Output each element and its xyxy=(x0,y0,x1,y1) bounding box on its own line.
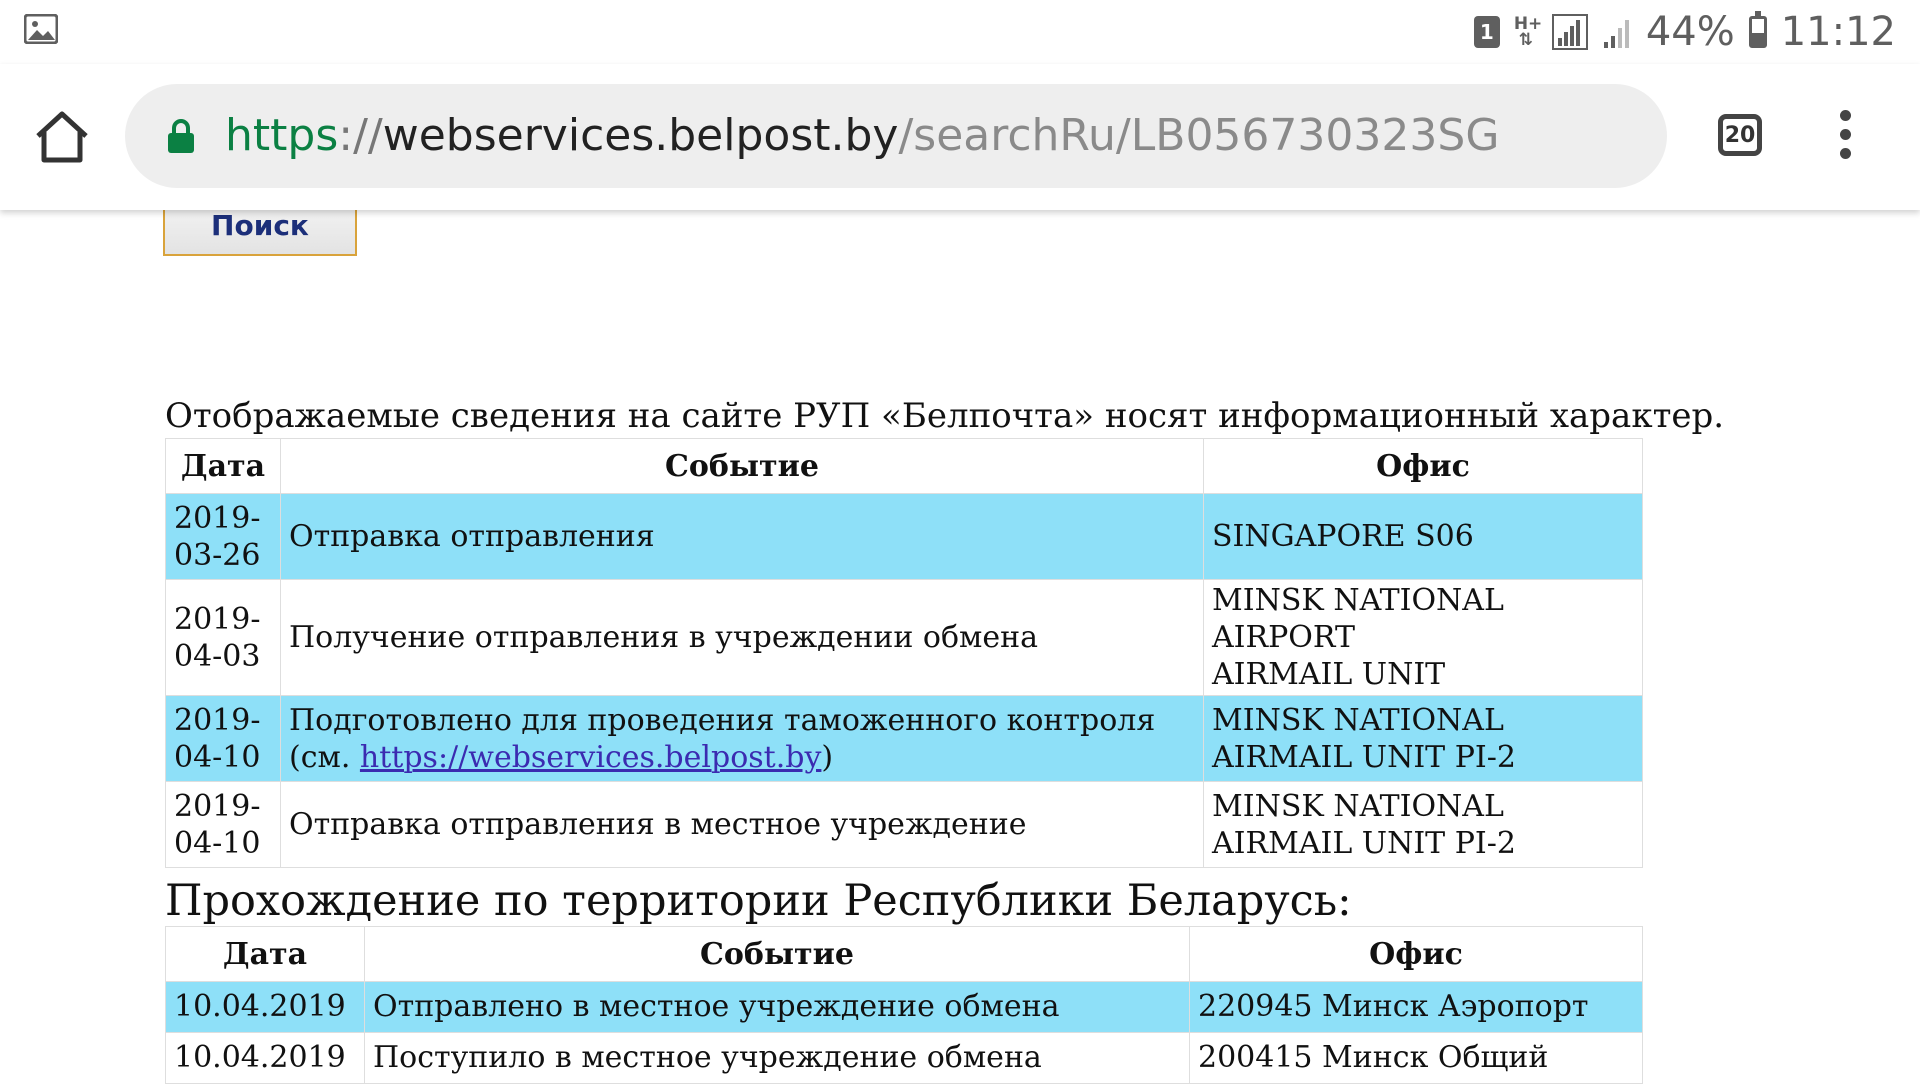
battery-icon xyxy=(1748,11,1767,48)
header-office: Офис xyxy=(1189,926,1643,982)
network-type-label: H+ xyxy=(1513,14,1543,34)
url-path: /searchRu/LB056730323SG xyxy=(898,110,1500,161)
date-cell: 2019- 03-26 xyxy=(165,493,281,580)
office-cell: MINSK NATIONAL AIRMAIL UNIT PI-2 xyxy=(1203,695,1643,782)
status-bar: 1 H+ ⇅ 44% 11:12 xyxy=(0,0,1920,64)
header-event: Событие xyxy=(280,438,1204,494)
date-part: 03-26 xyxy=(174,537,261,573)
table-row: 10.04.2019 Отправлено в местное учрежден… xyxy=(165,981,1643,1033)
date-cell: 10.04.2019 xyxy=(165,1032,365,1084)
table-row: 2019- 04-10 Отправка отправления в местно… xyxy=(165,781,1643,868)
event-cell: Получение отправления в учреждении обмен… xyxy=(280,579,1204,696)
status-icons: 1 H+ ⇅ 44% 11:12 xyxy=(1473,9,1896,55)
office-cell: MINSK NATIONAL AIRMAIL UNIT PI-2 xyxy=(1203,781,1643,868)
event-cell: Отправлено в местное учреждение обмена xyxy=(364,981,1190,1033)
office-part: MINSK NATIONAL AIRPORT xyxy=(1212,583,1504,655)
office-part: MINSK NATIONAL xyxy=(1212,702,1504,738)
office-cell: SINGAPORE S06 xyxy=(1203,493,1643,580)
belpost-link[interactable]: https://webservices.belpost.by xyxy=(360,740,821,775)
office-cell: 200415 Минск Общий xyxy=(1189,1032,1643,1084)
overflow-menu-icon[interactable] xyxy=(1830,110,1860,160)
lock-icon xyxy=(168,119,194,153)
date-part: 04-03 xyxy=(174,638,261,674)
event-cell: Подготовлено для проведения таможенного … xyxy=(280,695,1204,782)
sim-icon: 1 xyxy=(1473,16,1500,48)
tab-switcher-button[interactable]: 20 xyxy=(1718,114,1762,156)
network-type-icon: H+ ⇅ xyxy=(1513,14,1543,50)
clock: 11:12 xyxy=(1780,9,1896,55)
header-event: Событие xyxy=(364,926,1190,982)
url-separator: :// xyxy=(338,110,383,161)
office-part: AIRMAIL UNIT PI-2 xyxy=(1212,825,1516,861)
date-cell: 10.04.2019 xyxy=(165,981,365,1033)
event-text: ) xyxy=(821,739,834,775)
date-part: 2019- xyxy=(174,788,261,824)
table-row: 10.04.2019 Поступило в местное учреждени… xyxy=(165,1032,1643,1084)
gallery-icon xyxy=(24,14,58,44)
table-row: 2019- 04-03 Получение отправления в учреж… xyxy=(165,579,1643,696)
event-cell: Поступило в местное учреждение обмена xyxy=(364,1032,1190,1084)
table-header-row: Дата Событие Офис xyxy=(165,438,1643,494)
office-part: MINSK NATIONAL xyxy=(1212,788,1504,824)
disclaimer-text: Отображаемые сведения на сайте РУП «Белп… xyxy=(165,396,1725,436)
header-office: Офис xyxy=(1203,438,1643,494)
office-part: AIRMAIL UNIT xyxy=(1212,657,1446,692)
url-host: webservices.belpost.by xyxy=(382,110,899,161)
date-part: 2019- xyxy=(174,500,261,536)
browser-toolbar: https://webservices.belpost.by/searchRu/… xyxy=(0,64,1920,210)
table-row: 2019- 03-26 Отправка отправления SINGAPOR… xyxy=(165,493,1643,580)
table-row: 2019- 04-10 Подготовлено для проведения т… xyxy=(165,695,1643,782)
event-text: (см. xyxy=(289,739,360,775)
battery-percent: 44% xyxy=(1645,9,1735,55)
address-bar[interactable]: https://webservices.belpost.by/searchRu/… xyxy=(125,84,1667,188)
table-header-row: Дата Событие Офис xyxy=(165,926,1643,982)
url-scheme: https xyxy=(225,110,339,161)
date-cell: 2019- 04-10 xyxy=(165,781,281,868)
event-cell: Отправка отправления в местное учреждени… xyxy=(280,781,1204,868)
office-cell: 220945 Минск Аэропорт xyxy=(1189,981,1643,1033)
office-part: AIRMAIL UNIT PI-2 xyxy=(1212,739,1516,775)
belarus-tracking-table: Дата Событие Офис 10.04.2019 Отправлено … xyxy=(165,926,1643,1084)
date-part: 2019- xyxy=(174,601,261,637)
date-cell: 2019- 04-10 xyxy=(165,695,281,782)
tab-count: 20 xyxy=(1724,122,1756,148)
url-text[interactable]: https://webservices.belpost.by/searchRu/… xyxy=(225,108,1499,164)
event-cell: Отправка отправления xyxy=(280,493,1204,580)
section-title: Прохождение по территории Республики Бел… xyxy=(165,876,1352,926)
event-text: Подготовлено для проведения таможенного … xyxy=(289,702,1156,738)
header-date: Дата xyxy=(165,438,281,494)
signal-icon xyxy=(1551,14,1588,50)
date-part: 04-10 xyxy=(174,825,261,861)
header-date: Дата xyxy=(165,926,365,982)
date-cell: 2019- 04-03 xyxy=(165,579,281,696)
tracking-table: Дата Событие Офис 2019- 03-26 Отправка от… xyxy=(165,438,1643,868)
signal-icon-2 xyxy=(1603,20,1629,48)
date-part: 04-10 xyxy=(174,739,261,775)
home-icon[interactable] xyxy=(32,108,92,164)
office-cell: MINSK NATIONAL AIRPORT AIRMAIL UNIT xyxy=(1203,579,1643,696)
date-part: 2019- xyxy=(174,702,261,738)
